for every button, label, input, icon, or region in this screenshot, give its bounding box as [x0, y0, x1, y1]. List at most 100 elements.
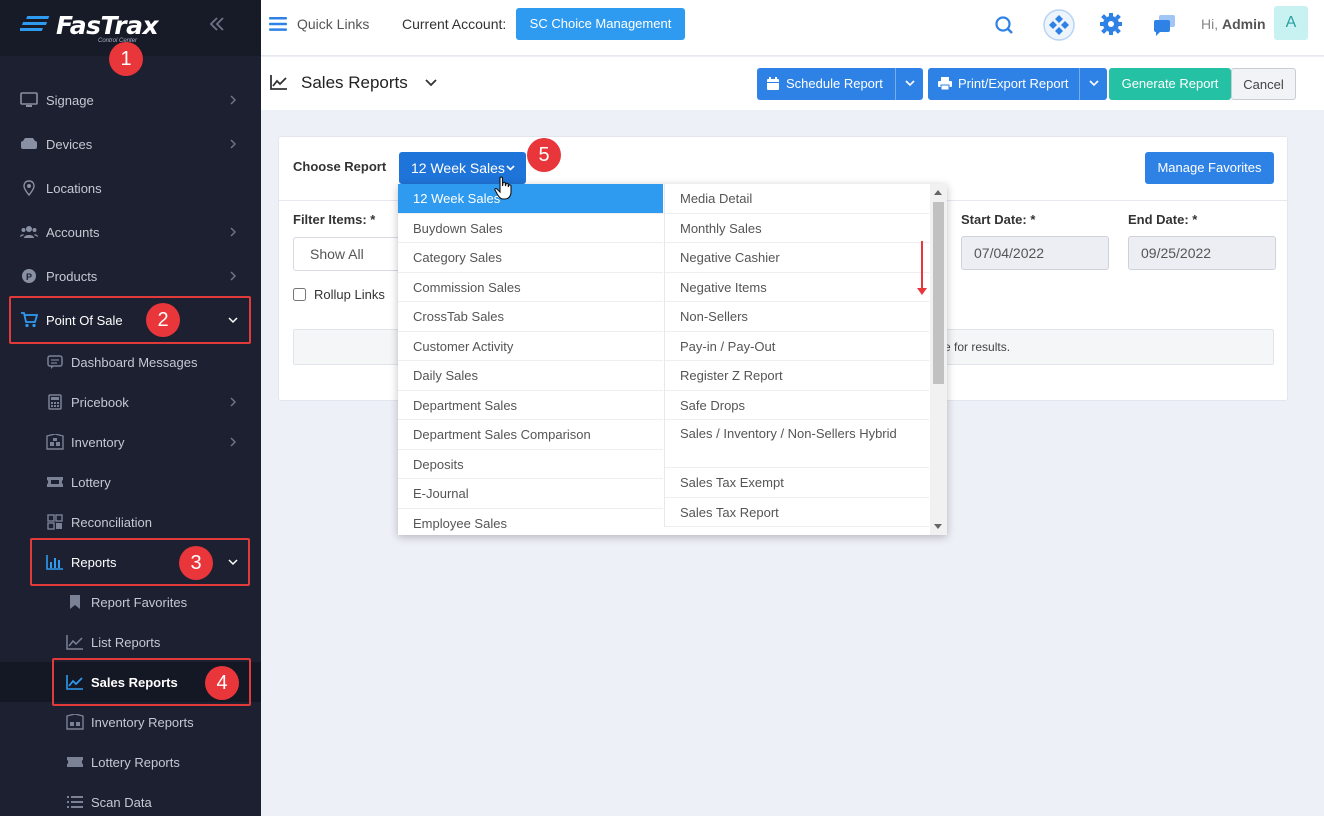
chevron-right-icon — [230, 397, 237, 407]
current-account-button[interactable]: SC Choice Management — [516, 8, 685, 40]
sidebar-item-inventory[interactable]: Inventory — [0, 422, 261, 462]
app-switcher-icon[interactable] — [1042, 8, 1076, 42]
sidebar-item-signage[interactable]: Signage — [0, 80, 261, 120]
report-option[interactable]: Buydown Sales — [398, 214, 663, 243]
chevron-down-icon — [1089, 80, 1099, 87]
generate-report-button[interactable]: Generate Report — [1109, 68, 1231, 100]
end-date-input[interactable]: 09/25/2022 — [1128, 236, 1276, 270]
callout-badge-5: 5 — [527, 138, 561, 172]
current-account-label: Current Account: — [402, 16, 507, 32]
sidebar-item-report-favorites[interactable]: Report Favorites — [0, 582, 261, 622]
chat-icon[interactable] — [1149, 10, 1181, 42]
report-list-left: 12 Week Sales Buydown Sales Category Sal… — [398, 184, 663, 535]
scroll-hint-arrow-icon — [917, 241, 927, 295]
sidebar-item-reconciliation[interactable]: Reconciliation — [0, 502, 261, 542]
report-option[interactable]: 12 Week Sales — [398, 184, 663, 214]
scroll-up-arrow-icon[interactable] — [934, 190, 942, 195]
sidebar-item-lottery[interactable]: Lottery — [0, 462, 261, 502]
report-list-right: Media Detail Monthly Sales Negative Cash… — [664, 184, 929, 527]
start-date-input[interactable]: 07/04/2022 — [961, 236, 1109, 270]
gear-icon[interactable] — [1095, 10, 1127, 42]
schedule-report-button[interactable]: Schedule Report — [757, 68, 923, 100]
ticket-icon — [67, 757, 83, 767]
dropdown-scrollbar[interactable] — [930, 184, 947, 535]
hand-cursor-icon — [494, 176, 512, 200]
cancel-button[interactable]: Cancel — [1231, 68, 1296, 100]
report-option[interactable]: Daily Sales — [398, 361, 663, 391]
report-option[interactable]: Sales Tax Report — [665, 498, 929, 527]
report-option[interactable]: Employee Sales — [398, 509, 663, 536]
chevron-right-icon — [230, 139, 237, 149]
page-title: Sales Reports — [301, 73, 408, 92]
manage-favorites-button[interactable]: Manage Favorites — [1145, 152, 1274, 184]
report-option[interactable]: Commission Sales — [398, 273, 663, 302]
printer-icon — [938, 77, 952, 90]
chevron-right-icon — [230, 437, 237, 447]
logo-mark-icon — [20, 16, 50, 31]
page-header: Sales Reports Schedule Report Print/Expo… — [261, 57, 1324, 110]
chevron-down-icon — [905, 80, 915, 87]
report-dropdown-menu: 12 Week Sales Buydown Sales Category Sal… — [398, 184, 947, 535]
report-option[interactable]: Pay-in / Pay-Out — [665, 332, 929, 361]
report-option[interactable]: Department Sales Comparison — [398, 420, 663, 450]
report-option[interactable]: Register Z Report — [665, 361, 929, 391]
schedule-dropdown-toggle[interactable] — [895, 68, 923, 100]
grid-icon — [47, 514, 63, 530]
chevron-down-icon[interactable] — [425, 78, 437, 88]
report-option[interactable]: Deposits — [398, 450, 663, 479]
report-option[interactable]: Sales / Inventory / Non-Sellers Hybrid — [665, 420, 929, 468]
filter-items-select[interactable]: Show All — [293, 237, 413, 271]
sidebar-item-inventory-reports[interactable]: Inventory Reports — [0, 702, 261, 742]
callout-badge-4: 4 — [205, 666, 239, 700]
sidebar-item-locations[interactable]: Locations — [0, 168, 261, 208]
callout-box-reports — [30, 538, 250, 586]
report-option[interactable]: Non-Sellers — [665, 302, 929, 332]
avatar[interactable]: A — [1274, 6, 1308, 40]
sidebar-item-lottery-reports[interactable]: Lottery Reports — [0, 742, 261, 782]
report-option[interactable]: Negative Items — [665, 273, 929, 302]
rollup-links-checkbox[interactable] — [293, 288, 306, 301]
report-option[interactable]: Customer Activity — [398, 332, 663, 361]
report-option[interactable]: Monthly Sales — [665, 214, 929, 243]
end-date-label: End Date: * — [1128, 212, 1198, 227]
sidebar-item-dashboard-messages[interactable]: Dashboard Messages — [0, 342, 261, 382]
line-chart-icon — [270, 75, 287, 90]
svg-text:P: P — [26, 272, 32, 282]
products-coin-icon: P — [22, 269, 36, 283]
search-icon[interactable] — [988, 10, 1020, 42]
sidebar-item-products[interactable]: P Products — [0, 256, 261, 296]
fastrax-logo[interactable]: FasTrax Control Center — [20, 8, 159, 44]
warehouse-icon — [46, 434, 64, 450]
scroll-down-arrow-icon[interactable] — [934, 524, 942, 529]
rollup-links-checkbox-row[interactable]: Rollup Links — [293, 287, 385, 302]
hard-drive-icon — [21, 138, 37, 149]
sidebar-item-accounts[interactable]: Accounts — [0, 212, 261, 252]
chevron-down-icon — [506, 165, 515, 171]
report-option[interactable]: E-Journal — [398, 479, 663, 509]
sidebar-item-devices[interactable]: Devices — [0, 124, 261, 164]
chevron-right-icon — [230, 95, 237, 105]
list-icon — [67, 796, 83, 808]
hamburger-menu-icon[interactable] — [269, 16, 287, 32]
report-option[interactable]: Department Sales — [398, 391, 663, 420]
map-pin-icon — [23, 180, 35, 196]
collapse-sidebar-icon[interactable] — [207, 14, 227, 34]
report-option[interactable]: CrossTab Sales — [398, 302, 663, 332]
print-export-dropdown-toggle[interactable] — [1079, 68, 1107, 100]
message-icon — [47, 355, 63, 369]
sidebar-item-pricebook[interactable]: Pricebook — [0, 382, 261, 422]
scrollbar-thumb[interactable] — [933, 202, 944, 384]
report-option[interactable]: Negative Cashier — [665, 243, 929, 273]
choose-report-label: Choose Report — [293, 159, 387, 174]
report-option[interactable]: Media Detail — [665, 184, 929, 214]
report-option[interactable]: Safe Drops — [665, 391, 929, 420]
quick-links-link[interactable]: Quick Links — [297, 16, 369, 32]
sidebar-item-scan-data[interactable]: Scan Data — [0, 782, 261, 816]
bookmark-icon — [70, 595, 80, 609]
print-export-report-button[interactable]: Print/Export Report — [928, 68, 1107, 100]
users-icon — [20, 226, 38, 238]
report-option[interactable]: Category Sales — [398, 243, 663, 273]
sidebar-item-list-reports[interactable]: List Reports — [0, 622, 261, 662]
report-option[interactable]: Sales Tax Exempt — [665, 468, 929, 498]
filter-items-label: Filter Items: * — [293, 212, 376, 227]
